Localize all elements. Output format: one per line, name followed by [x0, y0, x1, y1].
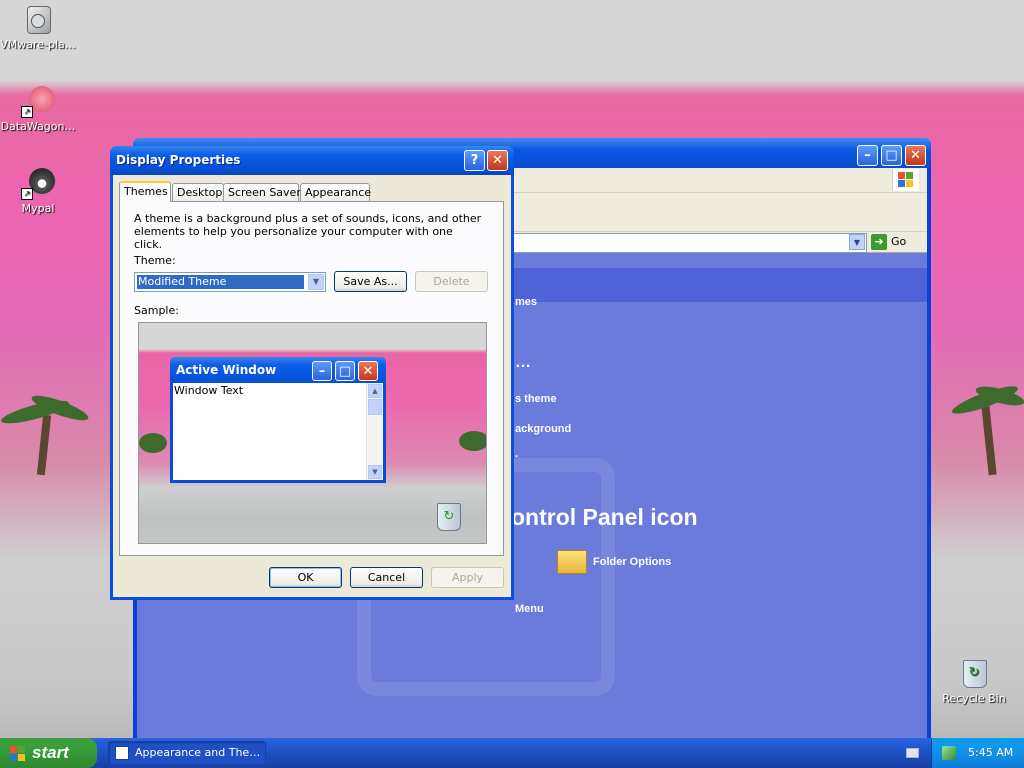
datawagon-shortcut-icon: ↗ [21, 84, 55, 118]
task-label: Appearance and The… [135, 746, 261, 759]
network-icon[interactable] [942, 746, 956, 760]
save-as-button[interactable]: Save As... [334, 271, 407, 292]
desktop-icon-label: DataWagon… [0, 120, 76, 133]
taskbar-button-appearance-and-themes[interactable]: Appearance and The… [108, 741, 266, 765]
maximize-button[interactable]: □ [881, 145, 902, 166]
desktop-icon-datawagon[interactable]: ↗ DataWagon… [0, 84, 78, 133]
ok-button[interactable]: OK [269, 567, 342, 588]
system-tray: 5:45 AM [931, 738, 1024, 768]
themes-tab-page: A theme is a background plus a set of so… [119, 201, 504, 556]
pick-control-panel-icon-heading: ontrol Panel icon [511, 504, 698, 530]
sample-window-titlebar: Active Window – □ ✕ [170, 357, 386, 383]
vmware-installer-icon [21, 2, 55, 36]
scroll-thumb [368, 399, 382, 415]
sample-label: Sample: [134, 304, 179, 317]
tab-screen-saver[interactable]: Screen Saver [223, 183, 301, 201]
desktop-icon-label: Mypal [21, 202, 55, 215]
theme-select-value: Modified Theme [137, 275, 304, 289]
address-dropdown-button[interactable]: ▼ [849, 234, 865, 250]
desktop-icon-label: VMware-pla… [0, 38, 76, 51]
scroll-down-icon: ▼ [368, 465, 382, 479]
sample-close-icon: ✕ [358, 361, 378, 381]
taskbar: start Appearance and The… 5:45 AM [0, 738, 1024, 768]
task-link[interactable]: mes [515, 296, 537, 308]
go-button[interactable]: ➜ Go [871, 233, 921, 251]
sample-minimize-icon: – [312, 361, 332, 381]
task-link[interactable]: . [515, 448, 518, 460]
sample-active-window: Active Window – □ ✕ Window Text ▲ ▼ [170, 357, 386, 483]
folder-icon [557, 550, 587, 574]
task-link[interactable]: Menu [515, 603, 544, 615]
theme-label: Theme: [134, 254, 176, 267]
dialog-close-button[interactable]: ✕ [487, 150, 508, 171]
cancel-button[interactable]: Cancel [350, 567, 423, 588]
sample-palm-left [139, 433, 167, 453]
theme-sample-preview: Active Window – □ ✕ Window Text ▲ ▼ ↻ [138, 322, 487, 544]
clock[interactable]: 5:45 AM [968, 738, 1013, 768]
task-link[interactable]: s theme [515, 393, 557, 405]
dialog-title: Display Properties [116, 153, 241, 167]
mypal-browser-icon: ↗ [21, 166, 55, 200]
chevron-down-icon[interactable]: ▼ [308, 274, 324, 290]
sample-recycle-bin-icon: ↻ [437, 503, 461, 531]
desktop-icon-mypal[interactable]: ↗ Mypal [0, 166, 78, 215]
go-label: Go [891, 235, 907, 248]
help-button[interactable]: ? [464, 150, 485, 171]
folder-options-label: Folder Options [593, 556, 672, 568]
tab-appearance[interactable]: Appearance [300, 183, 371, 201]
minimize-button[interactable]: – [857, 145, 878, 166]
theme-description: A theme is a background plus a set of so… [134, 212, 482, 251]
desktop-icon-label: Recycle Bin [942, 692, 1006, 705]
desktop-icon-vmware[interactable]: VMware-pla… [0, 2, 78, 51]
control-panel-icon [115, 746, 129, 760]
display-properties-dialog[interactable]: Display Properties ? ✕ Themes Desktop Sc… [110, 146, 514, 600]
go-arrow-icon: ➜ [871, 234, 887, 250]
delete-button[interactable]: Delete [415, 271, 488, 292]
sample-window-title: Active Window [176, 363, 277, 377]
sample-palm-right [459, 431, 486, 451]
palm-tree-right [945, 381, 1024, 476]
sample-window-text: Window Text [174, 384, 244, 397]
dialog-body: Themes Desktop Screen Saver Appearance A… [113, 175, 511, 597]
windows-flag-icon [10, 745, 26, 762]
windows-logo-icon [892, 169, 919, 191]
dialog-titlebar[interactable]: Display Properties ? ✕ [110, 146, 514, 175]
theme-select[interactable]: Modified Theme ▼ [134, 272, 326, 292]
start-label: start [32, 743, 69, 762]
sample-window-body: Window Text ▲ ▼ [173, 383, 383, 480]
sample-maximize-icon: □ [335, 361, 355, 381]
keyboard-icon [906, 748, 919, 758]
recycle-bin-icon: ↻ [957, 656, 991, 690]
section-heading: … [515, 354, 531, 371]
tab-themes[interactable]: Themes [119, 181, 171, 202]
apply-button[interactable]: Apply [431, 567, 504, 588]
start-button[interactable]: start [0, 738, 97, 768]
task-link[interactable]: ackground [515, 423, 571, 435]
sample-scrollbar: ▲ ▼ [366, 383, 383, 480]
tab-desktop[interactable]: Desktop [172, 183, 224, 201]
desktop-icon-recycle-bin[interactable]: ↻ Recycle Bin [934, 656, 1014, 705]
scroll-up-icon: ▲ [368, 384, 382, 398]
close-button[interactable]: ✕ [905, 145, 926, 166]
